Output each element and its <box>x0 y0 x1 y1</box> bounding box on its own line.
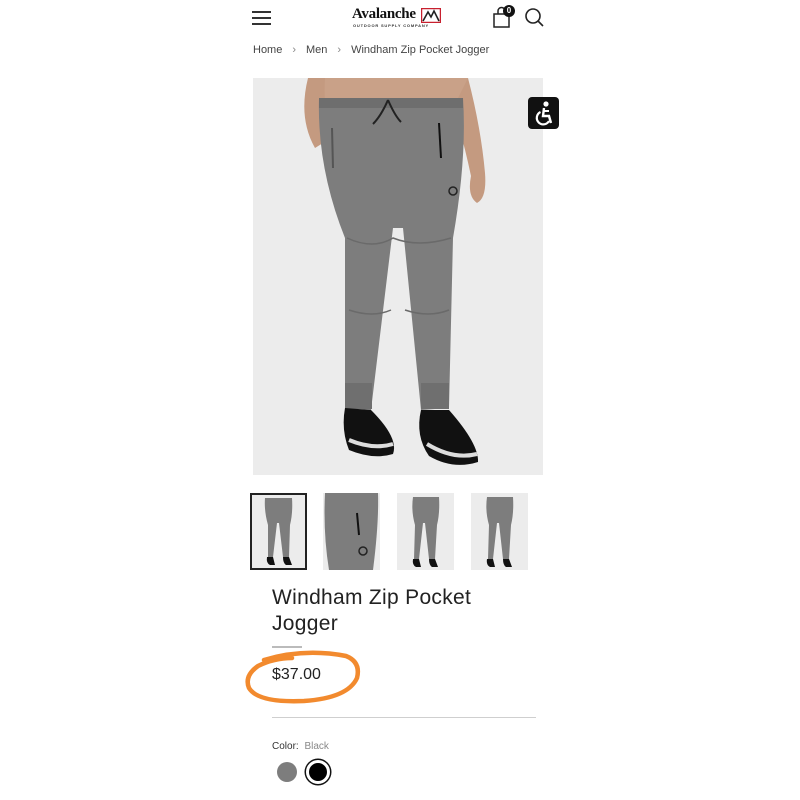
breadcrumb-home[interactable]: Home <box>253 44 282 56</box>
jogger-model-photo <box>253 78 543 475</box>
menu-line <box>252 17 271 19</box>
color-swatch-grey[interactable] <box>277 762 297 782</box>
logo-wordmark: Avalanche <box>352 6 416 22</box>
breadcrumb-men[interactable]: Men <box>306 44 327 56</box>
title-underline <box>272 646 302 648</box>
product-main-image[interactable] <box>253 78 543 475</box>
thumbnail-back[interactable] <box>471 493 528 570</box>
cart-button[interactable]: 0 <box>491 5 517 29</box>
color-label-text: Color: <box>272 741 299 752</box>
thumbnail-side[interactable] <box>397 493 454 570</box>
search-button[interactable] <box>523 6 545 28</box>
thumbnail-pocket-detail[interactable] <box>323 493 380 570</box>
brand-logo[interactable]: Avalanche OUTDOOR SUPPLY COMPANY <box>352 6 446 30</box>
menu-line <box>252 23 271 25</box>
product-title: Windham Zip Pocket Jogger <box>272 586 472 635</box>
chevron-right-icon: › <box>337 44 342 56</box>
menu-button[interactable] <box>250 8 274 28</box>
product-price: $37.00 <box>272 666 321 683</box>
thumbnail-front[interactable] <box>250 493 307 570</box>
accessibility-button[interactable] <box>528 97 559 129</box>
chevron-right-icon: › <box>292 44 297 56</box>
accessibility-icon <box>535 101 553 126</box>
logo-tagline: OUTDOOR SUPPLY COMPANY <box>353 23 429 28</box>
thumbnail-image <box>412 497 440 567</box>
search-icon <box>525 8 544 27</box>
menu-line <box>252 11 271 13</box>
color-label: Color: Black <box>272 741 329 752</box>
mountain-logo-icon <box>421 8 441 23</box>
cart-count-badge: 0 <box>503 5 515 17</box>
thumbnail-image <box>264 498 293 565</box>
breadcrumb: Home › Men › Windham Zip Pocket Jogger <box>253 44 489 56</box>
thumbnail-image <box>486 497 514 567</box>
selected-color-value: Black <box>304 741 329 752</box>
thumbnail-image <box>323 493 380 570</box>
section-divider <box>272 717 536 718</box>
color-swatch-black[interactable] <box>306 760 330 784</box>
breadcrumb-current: Windham Zip Pocket Jogger <box>351 44 490 56</box>
